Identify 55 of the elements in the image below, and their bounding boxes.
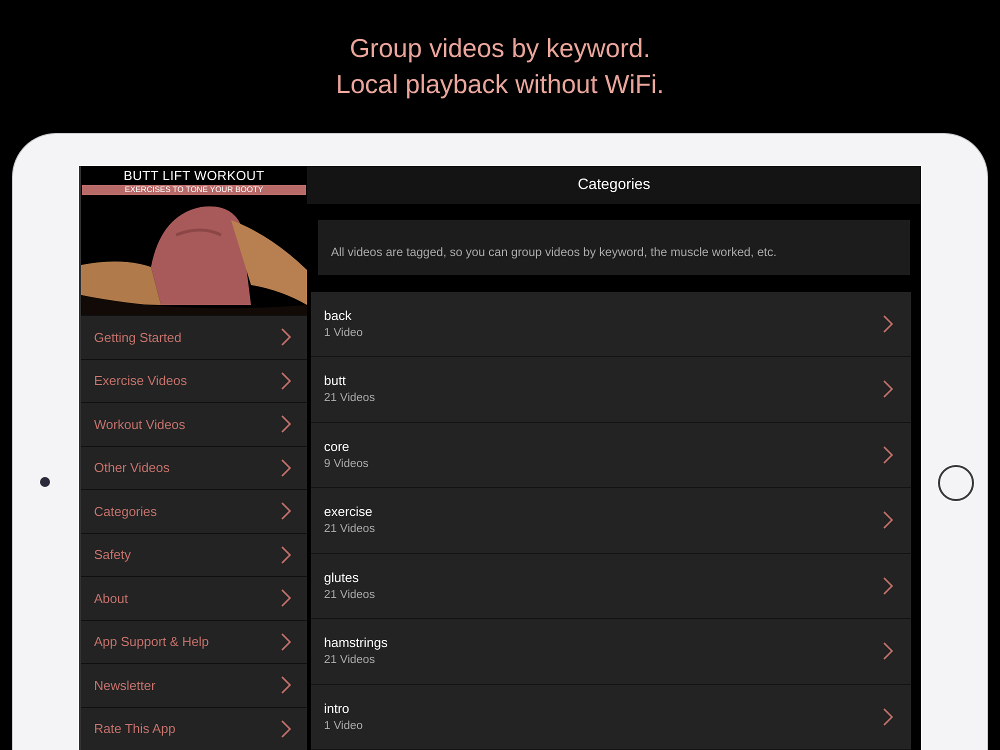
menu-item[interactable]: Rate This App (81, 706, 307, 750)
category-name: glutes (324, 568, 360, 587)
chevron-icon (883, 446, 893, 464)
chevron-icon (281, 372, 291, 390)
chevron-icon (281, 502, 291, 520)
menu-item[interactable]: App Support & Help (81, 620, 307, 663)
app-title: BUTT LIFT WORKOUT (122, 167, 266, 185)
chevron-icon (883, 511, 893, 530)
chevron-icon (281, 676, 291, 694)
app-subtitle: EXERCISES TO TONE YOUR BOOTY (82, 185, 306, 195)
category-name: core (324, 438, 350, 456)
video-count: 21 Videos (324, 522, 375, 538)
menu-item[interactable]: Categories (81, 489, 307, 532)
video-count: 9 Videos (324, 456, 369, 472)
category-row[interactable]: glutes 21 Videos (311, 554, 911, 619)
category-row[interactable]: core 9 Videos (311, 422, 911, 488)
chevron-icon (281, 720, 291, 738)
video-count: 1 Video (324, 326, 363, 341)
video-count: 21 Videos (324, 653, 376, 668)
category-row[interactable]: intro 1 Video (311, 684, 911, 750)
category-name: back (324, 306, 352, 325)
video-count: 1 Video (324, 718, 363, 734)
caption-text: Group videos by keyword. (350, 32, 650, 65)
chevron-icon (281, 589, 291, 608)
menu-item[interactable]: Getting Started (81, 315, 307, 358)
category-name: exercise (324, 503, 374, 522)
chevron-icon (883, 576, 893, 595)
video-count: 21 Videos (324, 391, 375, 406)
chevron-icon (281, 632, 291, 651)
menu-item[interactable]: Newsletter (81, 663, 307, 706)
menu-item[interactable]: Safety (81, 532, 307, 576)
category-row[interactable]: butt 21 Videos (311, 357, 911, 422)
category-row[interactable]: back 1 Video (311, 292, 911, 357)
category-name: intro (324, 700, 350, 718)
chevron-icon (883, 708, 893, 726)
chevron-icon (281, 458, 291, 477)
category-name: butt (324, 372, 347, 390)
chevron-icon (281, 415, 291, 434)
category-row[interactable]: exercise 21 Videos (311, 488, 911, 554)
chevron-icon (281, 328, 291, 346)
video-count: 21 Videos (324, 588, 375, 603)
menu-item[interactable]: Exercise Videos (81, 358, 307, 402)
chevron-icon (883, 642, 893, 660)
category-name: hamstrings (324, 634, 388, 652)
menu-item[interactable]: Workout Videos (81, 402, 307, 446)
caption-text: Local playback without WiFi. (336, 68, 664, 101)
category-row[interactable]: hamstrings 21 Videos (311, 619, 911, 684)
chevron-icon (883, 314, 893, 333)
menu-item[interactable]: Other Videos (81, 446, 307, 489)
chevron-icon (883, 380, 893, 398)
header-title: Categories (307, 166, 921, 204)
menu-item[interactable]: About (81, 576, 307, 620)
info-text: All videos are tagged, so you can group videos by keyword, the muscle worked, etc. (318, 220, 910, 274)
chevron-icon (281, 546, 291, 564)
home-button[interactable] (938, 465, 974, 501)
